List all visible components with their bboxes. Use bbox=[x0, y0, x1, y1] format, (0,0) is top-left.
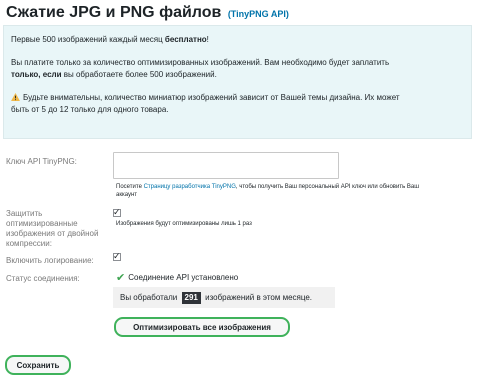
connection-status-label: Статус соединения: bbox=[6, 274, 80, 283]
info-free-line: Первые 500 изображений каждый месяц бесп… bbox=[11, 35, 209, 44]
check-icon: ✔ bbox=[116, 272, 126, 284]
info-notice: Первые 500 изображений каждый месяц бесп… bbox=[3, 25, 472, 139]
optimize-all-button[interactable]: Оптимизировать все изображения bbox=[114, 317, 290, 337]
tinypng-developer-link[interactable]: Страницу разработчика TinyPNG bbox=[144, 184, 236, 190]
protect-checkbox[interactable]: ✓ bbox=[113, 207, 121, 217]
api-key-description: Посетите Страницу разработчика TinyPNG, … bbox=[116, 184, 420, 198]
logging-checkbox[interactable]: ✓ bbox=[113, 251, 121, 261]
page-subtitle-link[interactable]: (TinyPNG API) bbox=[228, 9, 289, 19]
api-key-label: Ключ API TinyPNG: bbox=[6, 157, 77, 166]
protect-label: Защитить оптимизированные изображения от… bbox=[6, 209, 99, 248]
logging-label: Включить логирование: bbox=[6, 256, 94, 265]
warning-icon bbox=[11, 93, 20, 101]
usage-count-badge: 291 bbox=[181, 292, 201, 304]
info-warning-line: Будьте внимательны, количество миниатюр … bbox=[11, 92, 400, 104]
api-key-input[interactable] bbox=[113, 152, 339, 179]
page-title: Сжатие JPG и PNG файлов bbox=[6, 4, 222, 21]
checkmark-icon: ✓ bbox=[113, 251, 121, 261]
info-pay-line: Вы платите только за количество оптимизи… bbox=[11, 58, 390, 67]
info-pay-line-2: только, если вы обработаете более 500 из… bbox=[11, 70, 217, 79]
save-button[interactable]: Сохранить bbox=[5, 355, 71, 375]
info-warning-line-2: быть от 5 до 12 только для одного товара… bbox=[11, 105, 169, 114]
usage-summary: Вы обработали 291 изображений в этом мес… bbox=[113, 287, 335, 308]
checkmark-icon: ✓ bbox=[113, 207, 121, 217]
protect-description: Изображения будут оптимизированы лишь 1 … bbox=[116, 221, 252, 227]
page-header: Сжатие JPG и PNG файлов (TinyPNG API) bbox=[6, 4, 289, 22]
connection-status: ✔ Соединение API установлено bbox=[116, 272, 239, 284]
